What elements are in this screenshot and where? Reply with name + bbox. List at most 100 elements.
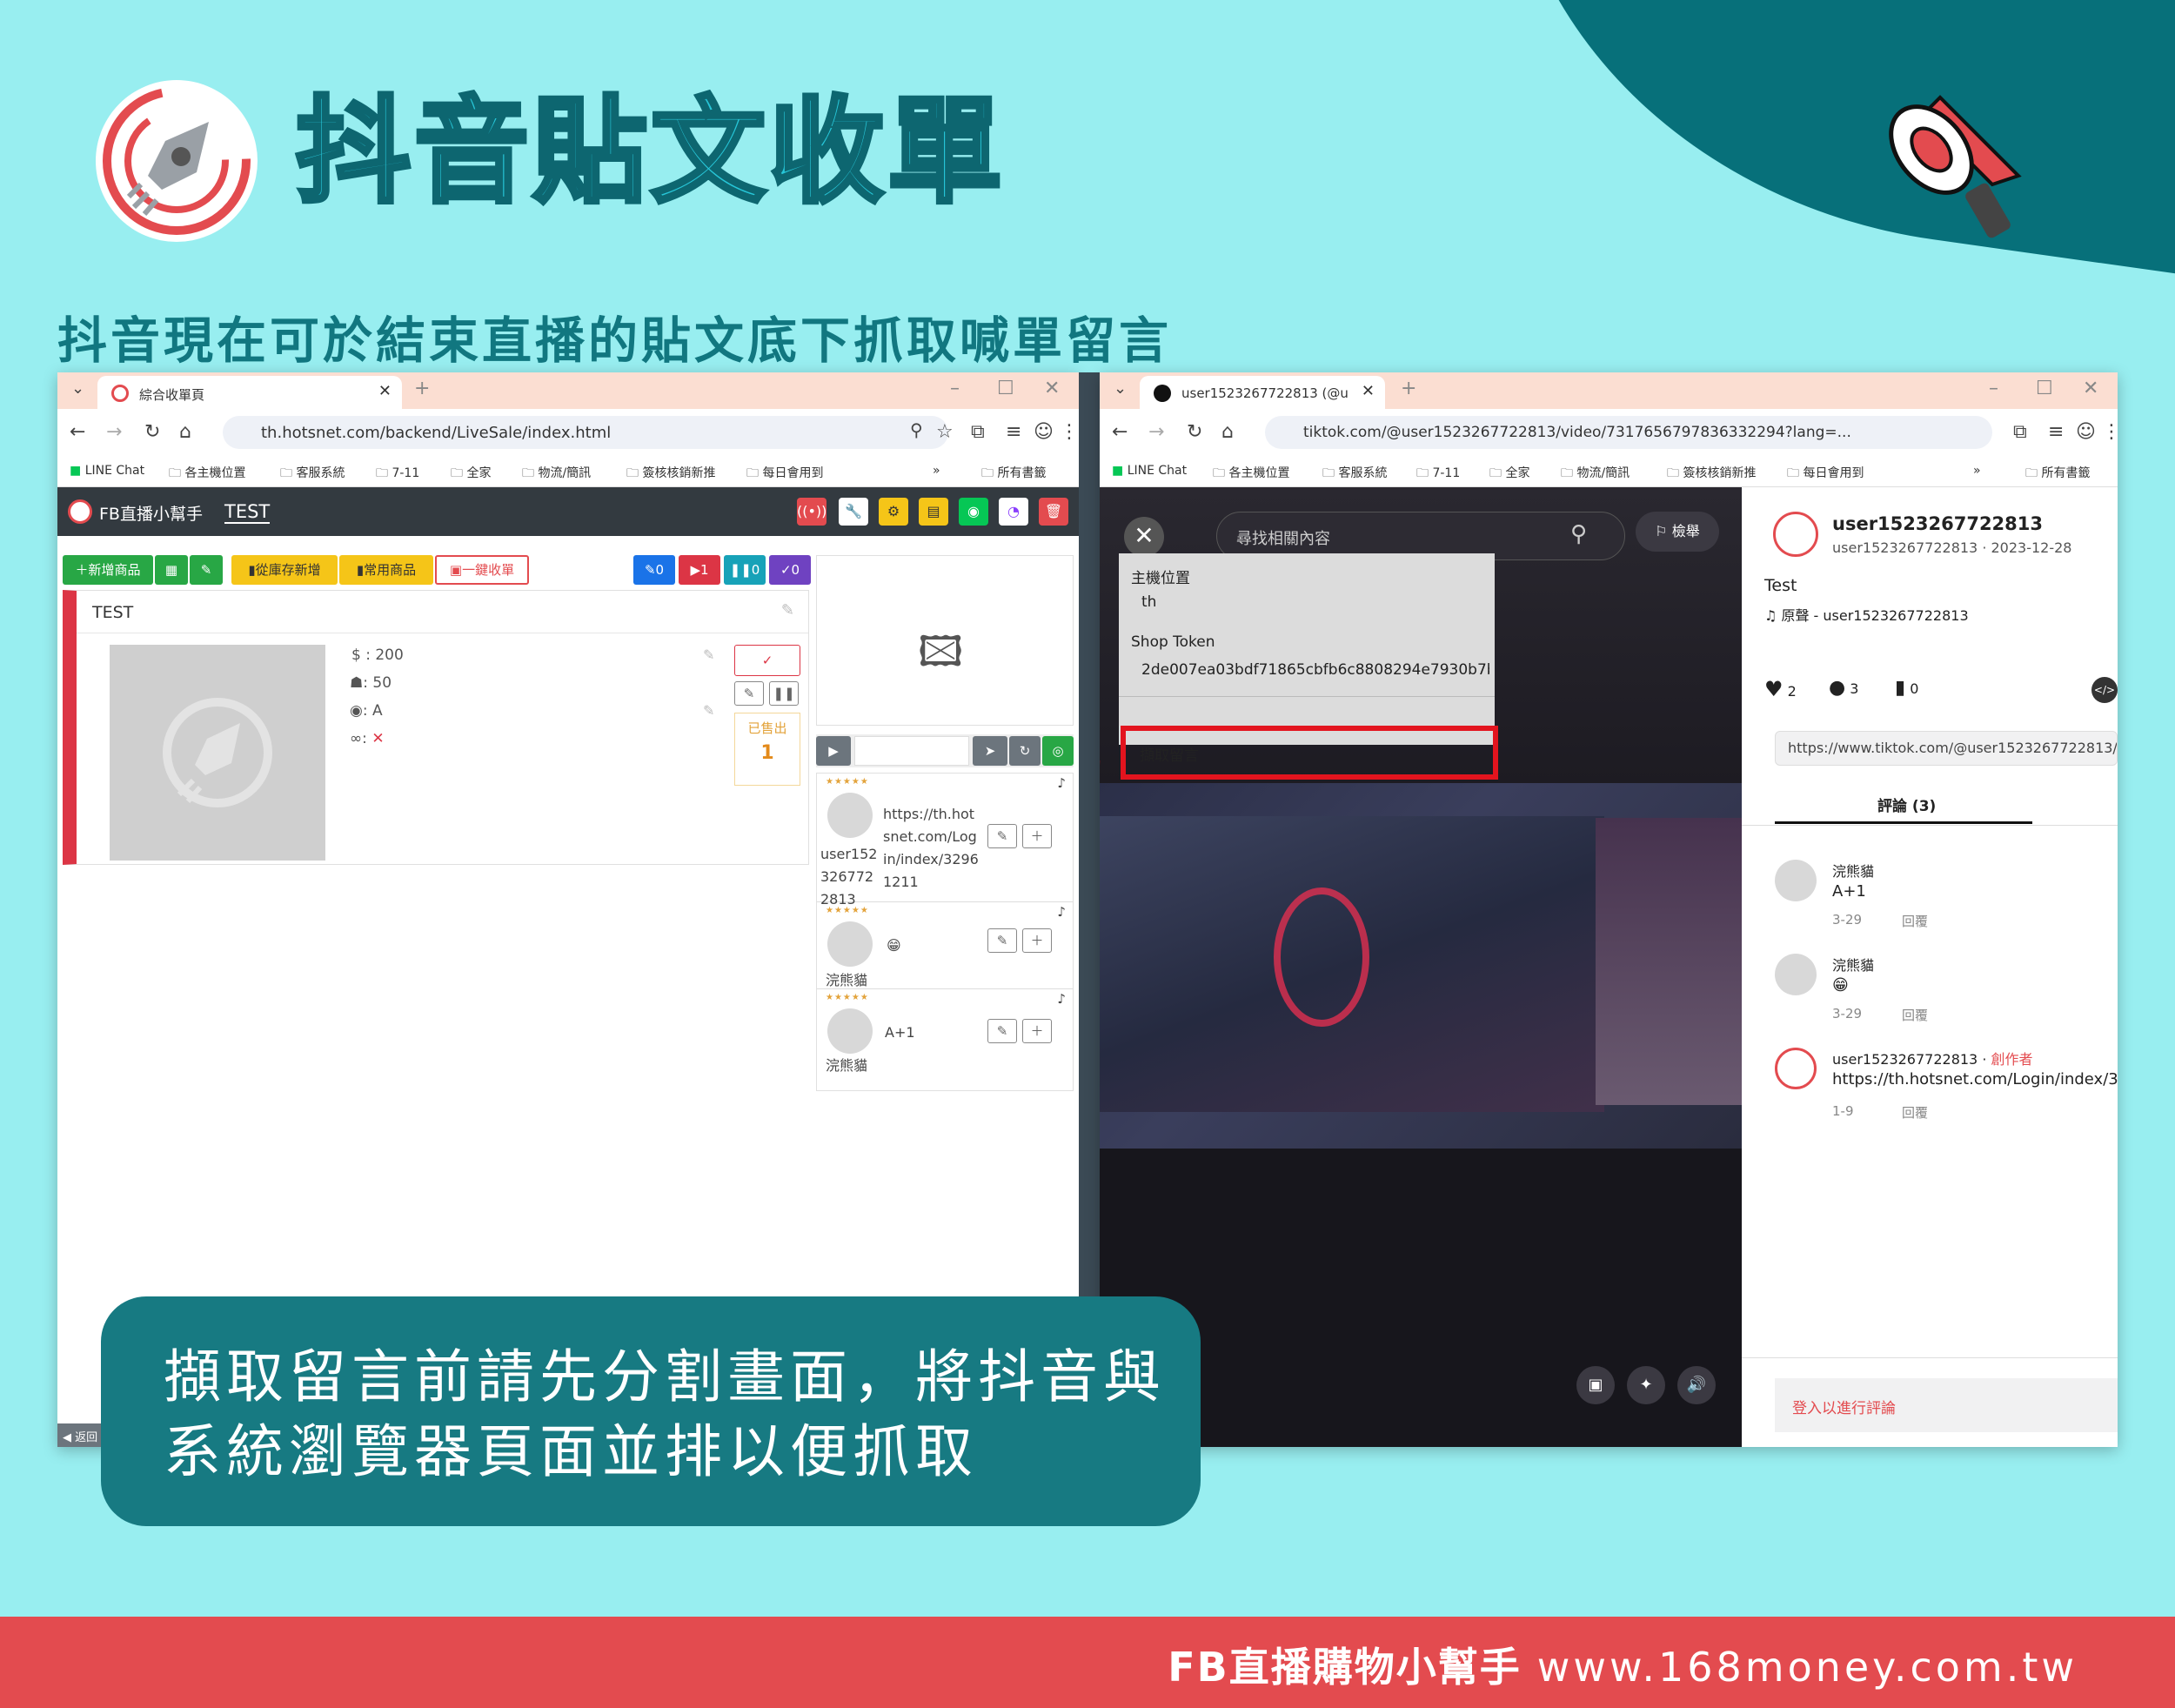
bookmark-folder[interactable]: 🗀 全家 bbox=[451, 464, 491, 485]
forward-icon[interactable]: → bbox=[1148, 421, 1164, 443]
new-tab-icon[interactable]: + bbox=[1401, 378, 1416, 399]
menu-dots-icon[interactable]: ⋮ bbox=[1060, 421, 1079, 443]
more-bookmarks-icon[interactable]: » bbox=[933, 464, 940, 478]
gear-icon[interactable]: ⚙ bbox=[879, 498, 908, 526]
broadcast-icon[interactable]: ((•)) bbox=[797, 498, 826, 526]
embed-code-icon[interactable]: </> bbox=[2091, 677, 2118, 703]
avatar[interactable] bbox=[1775, 954, 1817, 995]
media-icon[interactable]: ≡ bbox=[1006, 421, 1021, 443]
qr-button[interactable]: ▦ bbox=[155, 555, 188, 585]
edit-name-icon[interactable]: ✎ bbox=[781, 601, 794, 620]
home-icon[interactable]: ⌂ bbox=[1221, 421, 1234, 443]
profile-icon[interactable]: ☺ bbox=[1034, 421, 1054, 443]
browser-tab[interactable]: user1523267722813 (@u ✕ bbox=[1140, 376, 1385, 409]
back-icon[interactable]: ← bbox=[70, 421, 85, 443]
tab-comments[interactable]: 評論 (3) bbox=[1877, 794, 1936, 815]
menu-dots-icon[interactable]: ⋮ bbox=[2102, 421, 2118, 443]
messenger-icon[interactable]: ◔ bbox=[999, 498, 1028, 526]
reload-icon[interactable]: ↻ bbox=[144, 421, 160, 443]
close-video-icon[interactable]: ✕ bbox=[1124, 517, 1164, 557]
media-icon[interactable]: ≡ bbox=[2048, 421, 2064, 443]
tab-list-chevron-icon[interactable]: ⌄ bbox=[71, 379, 84, 398]
reload-icon[interactable]: ↻ bbox=[1187, 421, 1202, 443]
home-icon[interactable]: ⌂ bbox=[179, 421, 191, 443]
extensions-icon[interactable]: ⧉ bbox=[2013, 421, 2027, 443]
new-tab-icon[interactable]: + bbox=[414, 378, 430, 399]
bookmark-folder[interactable]: 🗀 每日會用到 bbox=[1787, 464, 1864, 485]
edit-product-button[interactable]: ✎ bbox=[734, 681, 764, 706]
trash-icon[interactable]: 🗑 bbox=[1039, 498, 1068, 526]
wrench-icon[interactable]: 🔧 bbox=[839, 498, 868, 526]
add-order-icon[interactable]: ＋ bbox=[1022, 1019, 1052, 1043]
comment-username[interactable]: 浣熊貓 bbox=[1832, 860, 1874, 881]
author-avatar[interactable] bbox=[1773, 512, 1818, 557]
profile-icon[interactable]: ☺ bbox=[2076, 421, 2096, 443]
report-button[interactable]: ⚐ 檢舉 bbox=[1636, 512, 1719, 552]
bookmark-folder[interactable]: 🗀 7-11 bbox=[376, 464, 419, 485]
author-name[interactable]: user1523267722813 bbox=[1832, 513, 2043, 534]
minimize-icon[interactable]: – bbox=[950, 378, 960, 399]
send-icon[interactable]: ➤ bbox=[973, 736, 1007, 766]
bookmark-folder[interactable]: 🗀 每日會用到 bbox=[746, 464, 823, 485]
maximize-icon[interactable]: ☐ bbox=[2036, 378, 2053, 399]
comments-count[interactable]: ● 3 bbox=[1829, 677, 1858, 699]
reply-link[interactable]: 回覆 bbox=[1902, 912, 1928, 930]
reply-icon[interactable]: ✎ bbox=[987, 928, 1017, 953]
comment-username[interactable]: 浣熊貓 bbox=[1832, 954, 1874, 975]
reply-icon[interactable]: ✎ bbox=[987, 824, 1017, 848]
tab-list-chevron-icon[interactable]: ⌄ bbox=[1114, 379, 1127, 398]
all-bookmarks[interactable]: 🗀 所有書籤 bbox=[2025, 464, 2090, 485]
bookmark-folder[interactable]: 🗀 客服系統 bbox=[280, 464, 345, 485]
confirm-button[interactable]: ✓ bbox=[734, 645, 800, 676]
forward-icon[interactable]: → bbox=[106, 421, 122, 443]
close-window-icon[interactable]: ✕ bbox=[1044, 378, 1060, 399]
one-click-checkout-button[interactable]: ▣一鍵收單 bbox=[435, 555, 529, 585]
play-count-badge[interactable]: ▶1 bbox=[679, 555, 720, 585]
address-bar[interactable]: tiktok.com/@user1523267722813/video/7317… bbox=[1265, 416, 1992, 449]
edit-count-badge[interactable]: ✎0 bbox=[633, 555, 675, 585]
bookmark-folder[interactable]: 🗀 物流/簡訊 bbox=[522, 464, 591, 485]
book-icon[interactable]: ▤ bbox=[919, 498, 948, 526]
refresh-icon[interactable]: ↻ bbox=[1009, 736, 1041, 766]
reply-icon[interactable]: ✎ bbox=[987, 1019, 1017, 1043]
bookmark-line-chat[interactable]: ■ LINE Chat bbox=[70, 464, 144, 478]
like-button[interactable]: ♥ 2 bbox=[1764, 677, 1797, 701]
video-camera-icon[interactable]: ▶ bbox=[816, 736, 851, 766]
bookmark-folder[interactable]: 🗀 客服系統 bbox=[1322, 464, 1387, 485]
avatar[interactable] bbox=[1775, 860, 1817, 901]
bookmark-folder[interactable]: 🗀 全家 bbox=[1489, 464, 1529, 485]
extensions-icon[interactable]: ⧉ bbox=[971, 421, 985, 443]
bookmark-folder[interactable]: 🗀 簽核核銷新推 bbox=[1667, 464, 1756, 485]
capture-green-button[interactable]: ◎ bbox=[1042, 736, 1074, 766]
add-order-icon[interactable]: ＋ bbox=[1022, 928, 1052, 953]
post-link-field[interactable]: https://www.tiktok.com/@user152326772281… bbox=[1775, 731, 2118, 766]
browser-tab[interactable]: 綜合收單頁 ✕ bbox=[97, 376, 402, 409]
sound-row[interactable]: ♫ 原聲 - user1523267722813 bbox=[1764, 604, 1969, 625]
add-product-button[interactable]: ＋新增商品 bbox=[63, 555, 153, 585]
line-app-icon[interactable]: ◉ bbox=[959, 498, 988, 526]
reply-link[interactable]: 回覆 bbox=[1902, 1103, 1928, 1122]
bookmark-folder[interactable]: 🗀 各主機位置 bbox=[1213, 464, 1289, 485]
comment-input[interactable] bbox=[854, 736, 969, 766]
miniplayer-icon[interactable]: ▣ bbox=[1576, 1366, 1615, 1404]
close-tab-icon[interactable]: ✕ bbox=[378, 382, 392, 400]
address-bar[interactable]: th.hotsnet.com/backend/LiveSale/index.ht… bbox=[223, 416, 948, 449]
close-tab-icon[interactable]: ✕ bbox=[1362, 382, 1375, 400]
media-upload-box[interactable]: 🖾 bbox=[816, 555, 1074, 726]
bookmark-folder[interactable]: 🗀 各主機位置 bbox=[169, 464, 245, 485]
bookmark-folder[interactable]: 🗀 簽核核銷新推 bbox=[626, 464, 715, 485]
footer-url[interactable]: www.168money.com.tw bbox=[1537, 1644, 2078, 1691]
pin-icon[interactable]: ✦ bbox=[1627, 1366, 1665, 1404]
split-divider[interactable] bbox=[1079, 372, 1100, 1447]
bookmark-line-chat[interactable]: ■ LINE Chat bbox=[1112, 464, 1187, 478]
edit-code-icon[interactable]: ✎ bbox=[703, 702, 714, 719]
stock-add-button[interactable]: ▮從庫存新增 bbox=[231, 555, 338, 585]
minimize-icon[interactable]: – bbox=[1989, 378, 1998, 399]
all-bookmarks[interactable]: 🗀 所有書籤 bbox=[981, 464, 1046, 485]
edit-price-icon[interactable]: ✎ bbox=[703, 646, 714, 663]
add-order-icon[interactable]: ＋ bbox=[1022, 824, 1052, 848]
reply-link[interactable]: 回覆 bbox=[1902, 1006, 1928, 1024]
edit-button[interactable]: ✎ bbox=[190, 555, 223, 585]
zoom-icon[interactable]: ⚲ bbox=[910, 419, 923, 440]
avatar[interactable] bbox=[1775, 1048, 1817, 1089]
